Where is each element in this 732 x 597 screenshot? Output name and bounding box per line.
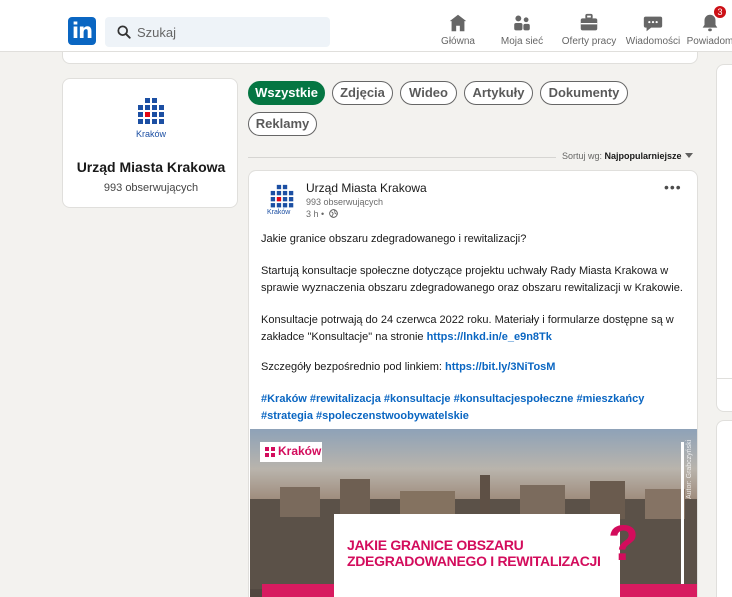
search-icon [117,25,131,39]
krakow-mark-icon [265,447,275,457]
filter-articles[interactable]: Artykuły [464,81,533,105]
search-box[interactable] [105,17,330,47]
author-avatar-text: Kraków [267,209,291,216]
nav-jobs[interactable]: Oferty pracy [558,12,620,52]
filter-documents[interactable]: Dokumenty [540,81,628,105]
image-headline-line-2: ZDEGRADOWANEGO I REWITALIZACJI [347,553,601,569]
sort-label: Sortuj wg: [562,151,603,161]
company-followers: 993 obserwujących [103,182,199,194]
nav-messaging[interactable]: Wiadomości [624,12,682,52]
more-options-icon[interactable]: ••• [664,179,682,195]
image-question-mark: ? [608,515,639,571]
nav-notifications[interactable]: 3 Powiadom [680,6,732,52]
notification-badge: 3 [714,6,726,18]
post-author-followers: 993 obserwujących [306,197,384,207]
sort-value: Najpopularniejsze [604,151,682,161]
filter-images[interactable]: Zdjęcia [332,81,393,105]
nav-home-label: Główna [441,36,475,47]
post-image[interactable]: Kraków JAKIE GRANICE OBSZARU ZDEGRADOWAN… [250,429,697,597]
image-headline: JAKIE GRANICE OBSZARU ZDEGRADOWANEGO I R… [347,537,617,569]
post-timestamp: 3 h • [306,209,338,219]
company-name[interactable]: Urząd Miasta Krakowa [63,159,239,175]
filter-all[interactable]: Wszystkie [248,81,325,105]
filter-videos[interactable]: Wideo [400,81,457,105]
company-card: Kraków Urząd Miasta Krakowa 993 obserwuj… [62,78,238,208]
post-link-1[interactable]: https://lnkd.in/e_e9n8Tk [427,331,552,343]
briefcase-icon [580,13,598,31]
top-navbar: in Główna Moja sieć Oferty pracy [0,0,732,52]
sort-divider [248,157,556,158]
messaging-icon [643,16,663,32]
post-hashtags[interactable]: #Kraków #rewitalizacja #konsultacje #kon… [261,391,691,425]
image-credit: Autor: Grabczyński [686,439,693,499]
chevron-down-icon [684,153,693,158]
post-paragraph-3: Konsultacje potrwają do 24 czerwca 2022 … [261,312,691,346]
nav-notifications-label: Powiadom [686,36,732,47]
right-sidebar-divider [716,378,732,379]
image-frame-line [681,442,684,597]
krakow-brand-text: Kraków [278,444,322,458]
post-time-text: 3 h • [306,209,325,219]
linkedin-logo[interactable]: in [68,17,96,45]
nav-messaging-label: Wiadomości [625,36,681,47]
nav-jobs-label: Oferty pracy [561,36,617,47]
nav-home[interactable]: Główna [436,12,480,52]
post-paragraph-1: Jakie granice obszaru zdegradowanego i r… [261,233,527,245]
filter-ads[interactable]: Reklamy [248,112,317,136]
globe-icon [328,209,338,218]
nav-my-network-label: Moja sieć [500,36,544,47]
post-paragraph-4: Szczegóły bezpośrednio pod linkiem: http… [261,359,691,376]
post-paragraph-4-text: Szczegóły bezpośrednio pod linkiem: [261,361,446,373]
post-paragraph-2: Startują konsultacje społeczne dotyczące… [261,265,683,294]
network-icon [514,15,530,31]
author-avatar-icon[interactable] [269,184,295,210]
image-headline-line-1: JAKIE GRANICE OBSZARU [347,537,524,553]
home-icon [449,14,467,32]
krakow-logo-icon [138,98,164,124]
nav-my-network[interactable]: Moja sieć [499,12,545,52]
post-card: Kraków Urząd Miasta Krakowa 993 obserwuj… [248,170,698,597]
sort-dropdown[interactable]: Sortuj wg: Najpopularniejsze [562,151,693,161]
post-link-2[interactable]: https://bit.ly/3NiTosM [445,361,555,373]
krakow-brand-tag: Kraków [260,442,322,462]
search-input[interactable] [137,17,322,47]
post-author[interactable]: Urząd Miasta Krakowa [306,181,427,195]
right-sidebar-card [716,64,732,412]
right-sidebar-card-2 [716,420,732,597]
company-logo-text: Kraków [135,129,166,139]
